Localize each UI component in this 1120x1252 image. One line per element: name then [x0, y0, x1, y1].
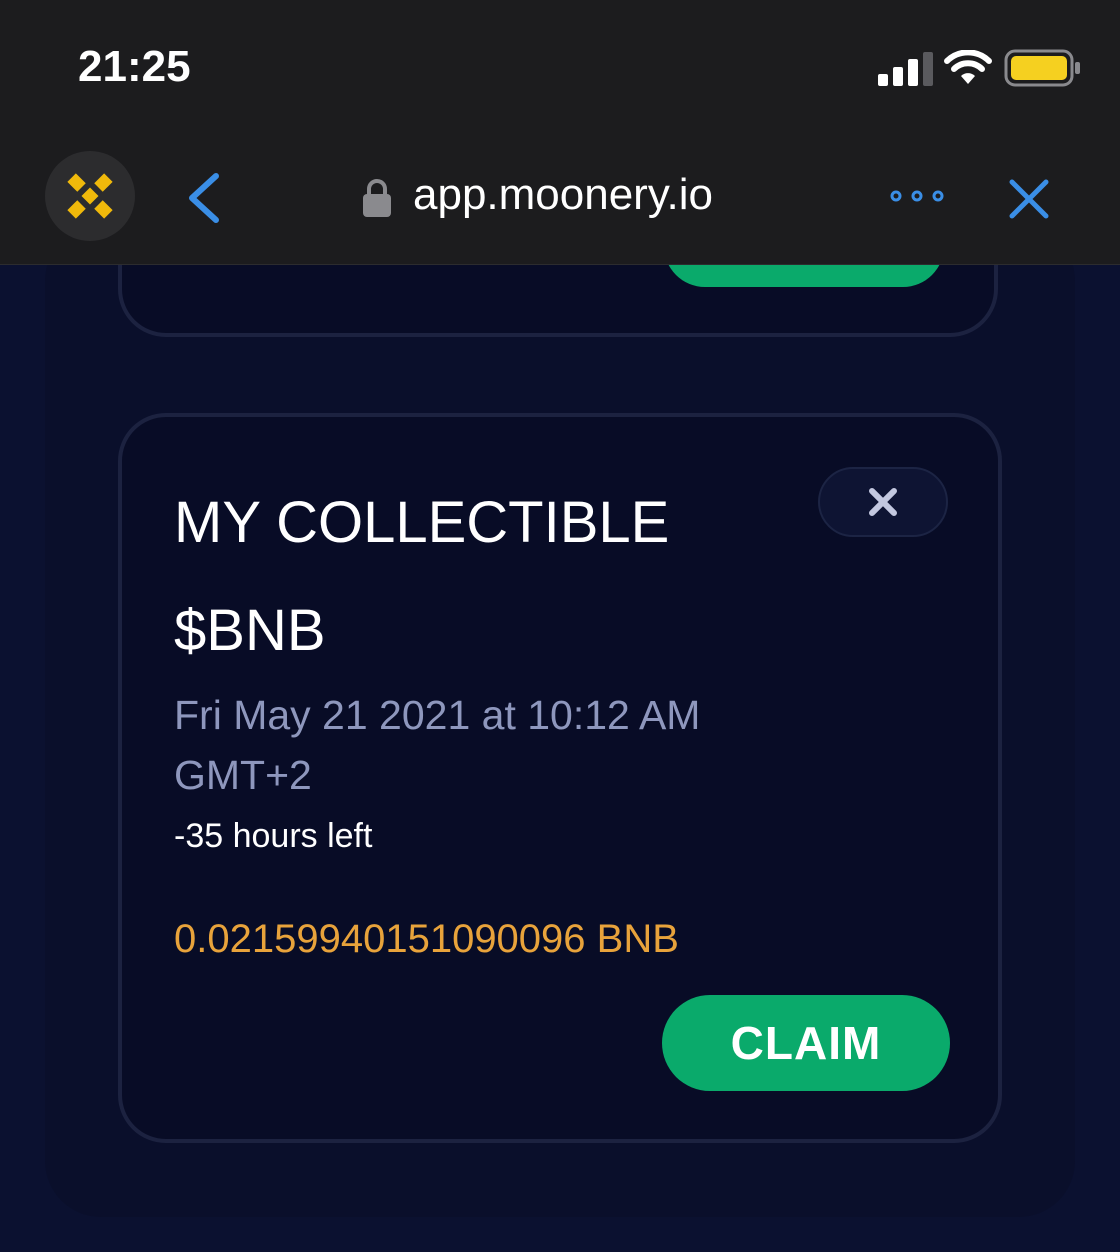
more-options-icon[interactable] — [886, 184, 948, 208]
binance-logo[interactable] — [45, 151, 135, 241]
back-icon[interactable] — [180, 170, 230, 226]
token-symbol: $BNB — [174, 598, 326, 663]
status-bar: 21:25 — [0, 0, 1120, 140]
claim-date: Fri May 21 2021 at 10:12 AM GMT+2 — [174, 685, 774, 805]
previous-claim-button[interactable] — [664, 265, 944, 287]
url-display[interactable]: app.moonery.io — [413, 170, 713, 220]
close-icon[interactable] — [1004, 174, 1054, 224]
claim-date-line2: GMT+2 — [174, 752, 312, 798]
close-x-icon — [869, 488, 897, 516]
page-content: MY COLLECTIBLE $BNB Fri May 21 2021 at 1… — [0, 265, 1120, 1252]
collectible-card: MY COLLECTIBLE $BNB Fri May 21 2021 at 1… — [118, 413, 1002, 1143]
binance-logo-icon — [67, 173, 113, 219]
lock-icon — [363, 179, 391, 217]
claim-date-line1: Fri May 21 2021 at 10:12 AM — [174, 692, 701, 738]
card-title: MY COLLECTIBLE — [174, 490, 670, 555]
status-time: 21:25 — [78, 42, 191, 91]
claim-amount: 0.021599401510900​96 BNB — [174, 917, 679, 961]
claim-button[interactable]: CLAIM — [662, 995, 950, 1091]
cellular-signal-icon — [878, 52, 933, 86]
browser-toolbar: app.moonery.io — [0, 140, 1120, 265]
battery-icon — [1004, 49, 1080, 87]
wifi-icon — [944, 50, 992, 84]
time-left: -35 hours left — [174, 817, 373, 855]
remove-collectible-button[interactable] — [818, 467, 948, 537]
